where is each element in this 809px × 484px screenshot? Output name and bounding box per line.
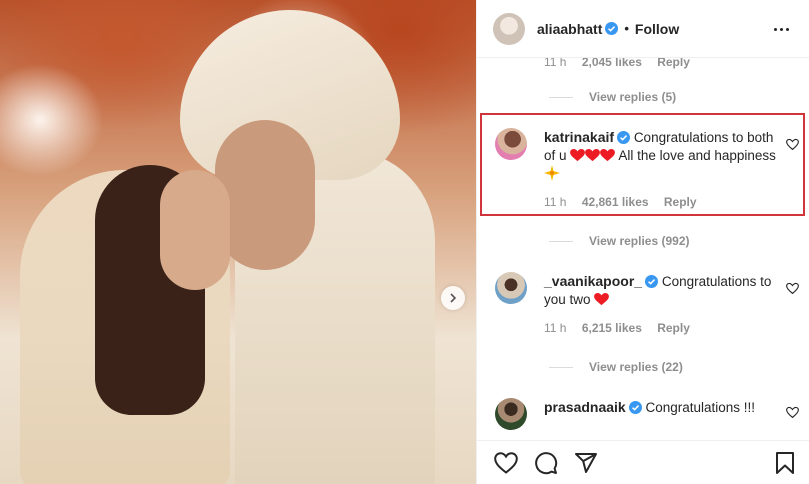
comment-text: prasadnaaik Congratulations !!! [544,398,780,417]
post-photo[interactable] [0,0,476,484]
share-icon [575,452,597,473]
comment-meta: 11 h 2,045 likes Reply [544,58,702,69]
comment-button[interactable] [533,450,559,476]
author-username[interactable]: aliaabhatt [537,21,602,37]
comment-time: 11 h [544,58,567,69]
like-button[interactable] [493,450,519,476]
comment-meta: 11 h 6,215 likes Reply [544,321,805,335]
commenter-avatar[interactable] [495,272,527,304]
comment-likes[interactable]: 6,215 likes [582,321,642,335]
divider-line [549,240,573,242]
carousel-next-button[interactable] [441,286,465,310]
heart-outline-icon[interactable] [786,406,799,419]
post-side-panel: aliaabhatt • Follow 11 h 2,045 likes Rep… [476,0,809,484]
bookmark-icon [776,451,794,474]
verified-badge-icon [645,275,659,288]
divider-line [549,366,573,368]
author-avatar[interactable] [493,12,525,45]
view-replies-button[interactable]: View replies (992) [549,234,690,248]
comment-time: 11 h [544,321,567,335]
post-actions-bar [477,440,809,484]
verified-badge-icon [605,22,619,35]
highlight-box [480,113,805,216]
reply-button[interactable]: Reply [657,58,690,69]
carousel-next-icon [450,293,457,303]
photo-face-shape-2 [160,170,230,290]
photo-face-shape [215,120,315,270]
heart-outline-icon [494,451,518,474]
follow-button[interactable]: Follow [635,21,679,37]
commenter-avatar[interactable] [495,398,527,430]
view-replies-label: View replies (5) [589,90,677,104]
comment-likes[interactable]: 2,045 likes [582,58,642,69]
divider-line [549,96,573,98]
comment-item: prasadnaaik Congratulations !!! [495,398,805,430]
comment-text: _vaanikapoor_ Congratulations to you two [544,272,780,309]
comment-icon [535,451,558,474]
share-button[interactable] [573,450,599,476]
comment-text-part: Congratulations !!! [645,400,756,415]
view-replies-label: View replies (992) [589,234,690,248]
save-button[interactable] [772,450,798,476]
commenter-username[interactable]: _vaanikapoor_ [544,273,642,289]
heart-outline-icon[interactable] [786,282,799,295]
comment-item: _vaanikapoor_ Congratulations to you two… [495,272,805,335]
red-heart-emoji-icon [594,293,610,306]
reply-button[interactable]: Reply [657,321,690,335]
view-replies-button[interactable]: View replies (5) [549,90,676,104]
post-header: aliaabhatt • Follow [477,0,809,58]
commenter-username[interactable]: prasadnaaik [544,399,626,415]
header-separator: • [624,21,629,36]
view-replies-label: View replies (22) [589,360,683,374]
view-replies-button[interactable]: View replies (22) [549,360,683,374]
more-options-icon[interactable] [774,20,794,38]
verified-badge-icon [628,401,642,414]
